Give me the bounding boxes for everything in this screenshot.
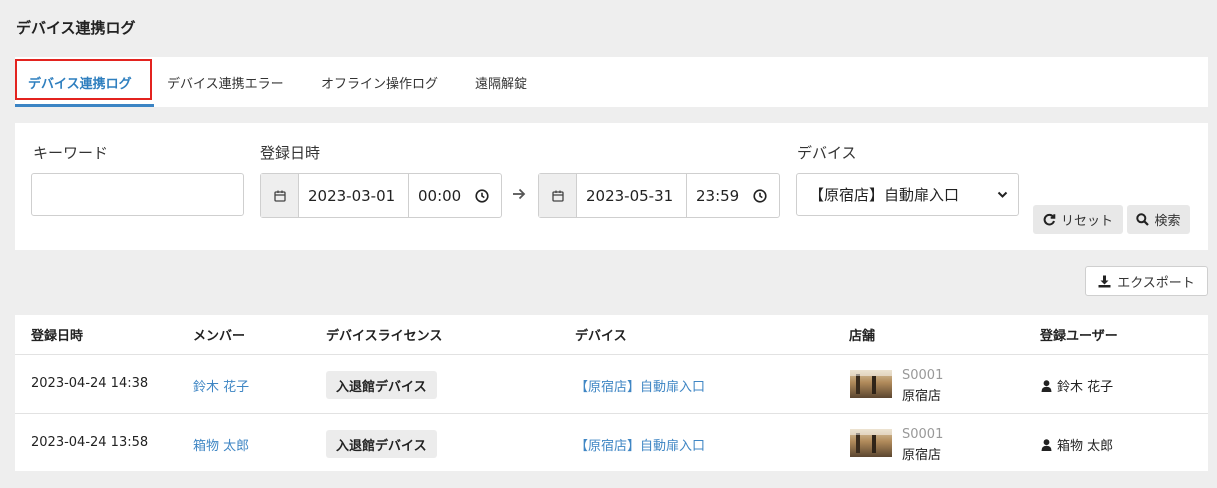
time-to-input[interactable]: 23:59 [687, 174, 779, 217]
tab-device-link-error[interactable]: デバイス連携エラー [167, 57, 284, 107]
row-datetime: 2023-04-24 13:58 [31, 435, 149, 450]
license-badge: 入退館デバイス [326, 430, 437, 458]
clock-icon [475, 188, 489, 203]
chevron-down-icon [997, 191, 1008, 198]
header-device: デバイス [575, 329, 627, 344]
date-to-input[interactable]: 2023-05-31 [577, 174, 687, 217]
date-to-group: 2023-05-31 23:59 [538, 173, 780, 218]
keyword-input[interactable] [31, 173, 244, 216]
header-store: 店舗 [849, 329, 876, 344]
tab-bar: デバイス連携ログ デバイス連携エラー オフライン操作ログ 遠隔解錠 [15, 57, 1208, 107]
row-member-link[interactable]: 箱物 太郎 [193, 435, 249, 454]
row-device-link[interactable]: 【原宿店】自動扉入口 [575, 376, 705, 395]
user-name: 鈴木 花子 [1057, 380, 1114, 395]
header-datetime: 登録日時 [31, 329, 84, 344]
header-member: メンバー [193, 329, 246, 344]
store-code: S0001 [902, 368, 944, 383]
tab-remote-unlock[interactable]: 遠隔解錠 [475, 57, 527, 107]
calendar-icon[interactable] [261, 174, 299, 217]
log-table: 登録日時 メンバー デバイスライセンス デバイス 店舗 登録ユーザー 2023-… [15, 315, 1208, 471]
search-icon [1136, 213, 1150, 226]
reset-label: リセット [1060, 214, 1113, 229]
device-select[interactable]: 【原宿店】自動扉入口 [796, 173, 1019, 216]
export-button[interactable]: エクスポート [1085, 266, 1208, 296]
tab-offline-log[interactable]: オフライン操作ログ [321, 57, 438, 107]
row-datetime: 2023-04-24 14:38 [31, 376, 149, 391]
row-device-link[interactable]: 【原宿店】自動扉入口 [575, 435, 705, 454]
table-row: 2023-04-24 13:58 箱物 太郎 入退館デバイス 【原宿店】自動扉入… [15, 414, 1208, 472]
export-label: エクスポート [1117, 275, 1195, 291]
user-name: 箱物 太郎 [1057, 439, 1114, 454]
arrow-right-icon [512, 186, 526, 202]
device-select-value: 【原宿店】自動扉入口 [809, 186, 960, 204]
download-icon [1098, 275, 1111, 287]
tab-device-link-log[interactable]: デバイス連携ログ [28, 57, 132, 107]
date-from-group: 2023-03-01 00:00 [260, 173, 502, 218]
store-name: 原宿店 [902, 389, 942, 404]
store-thumbnail [850, 370, 892, 398]
page-title: デバイス連携ログ [16, 19, 136, 37]
search-label: 検索 [1154, 214, 1181, 229]
keyword-label: キーワード [33, 144, 109, 162]
time-from-value: 00:00 [418, 186, 462, 205]
date-from-input[interactable]: 2023-03-01 [299, 174, 409, 217]
store-code: S0001 [902, 427, 944, 442]
time-to-value: 23:59 [696, 186, 740, 205]
license-badge: 入退館デバイス [326, 371, 437, 399]
header-license: デバイスライセンス [326, 329, 443, 344]
device-label: デバイス [797, 144, 857, 162]
time-from-input[interactable]: 00:00 [409, 174, 501, 217]
calendar-icon[interactable] [539, 174, 577, 217]
header-user: 登録ユーザー [1040, 329, 1118, 344]
user-icon [1041, 379, 1052, 392]
table-row: 2023-04-24 14:38 鈴木 花子 入退館デバイス 【原宿店】自動扉入… [15, 355, 1208, 413]
row-member-link[interactable]: 鈴木 花子 [193, 376, 249, 395]
reset-button[interactable]: リセット [1033, 205, 1123, 234]
store-thumbnail [850, 429, 892, 457]
store-name: 原宿店 [902, 448, 942, 463]
date-label: 登録日時 [260, 144, 321, 162]
search-button[interactable]: 検索 [1127, 205, 1190, 234]
refresh-icon [1043, 213, 1056, 226]
user-icon [1041, 438, 1052, 451]
clock-icon [753, 188, 767, 203]
row-user: 箱物 太郎 [1041, 435, 1113, 454]
filter-panel: キーワード 登録日時 2023-03-01 00:00 2023-05-31 2… [15, 123, 1208, 250]
row-user: 鈴木 花子 [1041, 376, 1113, 395]
